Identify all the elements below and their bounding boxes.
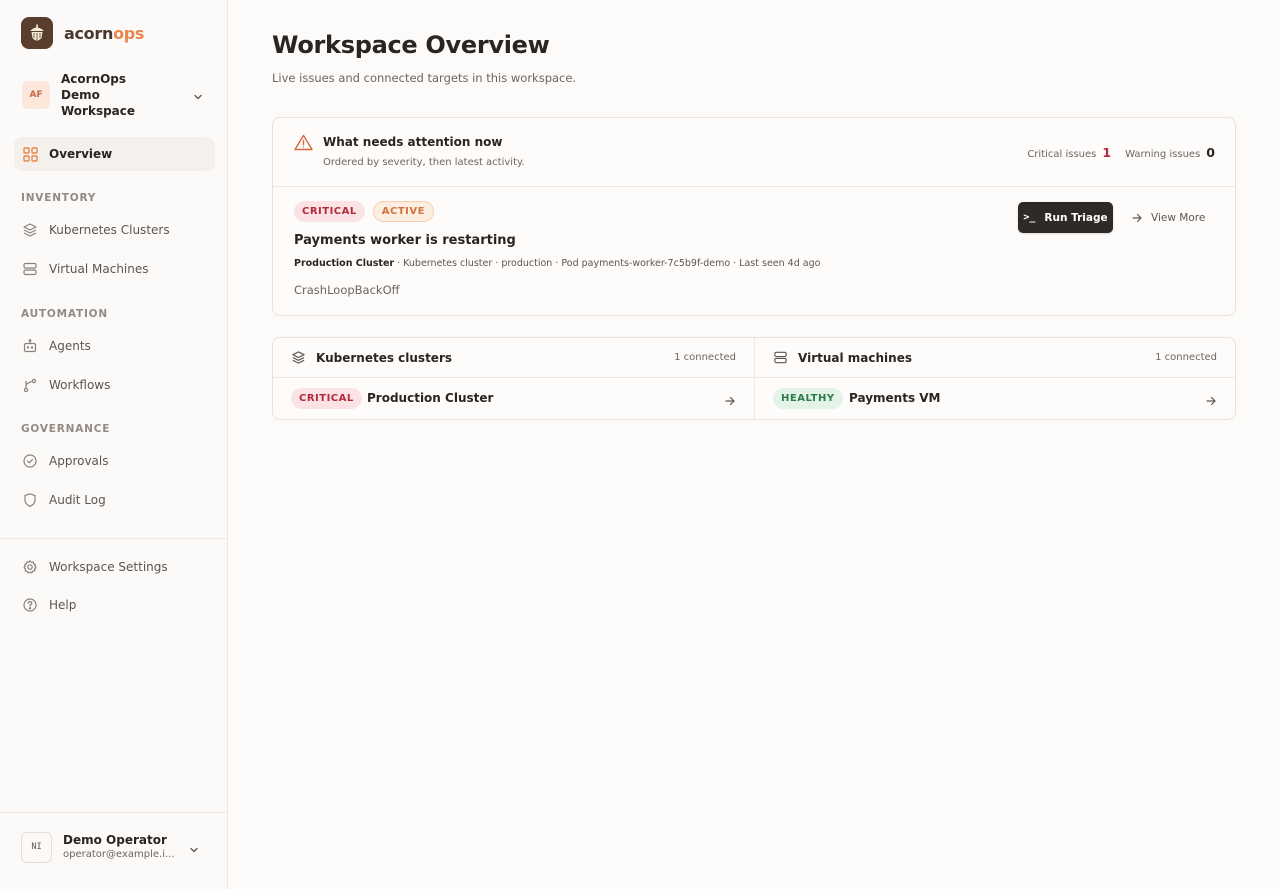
status-badge: CRITICAL — [291, 388, 362, 409]
target-row-payments-vm[interactable]: HEALTHY Payments VM — [755, 378, 1235, 419]
workspace-switcher[interactable]: AF AcornOps Demo Workspace — [14, 72, 214, 118]
virtual-machines-panel: Virtual machines 1 connected HEALTHY Pay… — [755, 338, 1235, 419]
sidebar-item-kubernetes-clusters[interactable]: Kubernetes Clusters — [14, 213, 215, 247]
arrow-right-icon — [1205, 392, 1217, 411]
sidebar-item-label: Audit Log — [49, 493, 106, 507]
brand-name-part2: ops — [113, 23, 145, 43]
user-email: operator@example.i... — [63, 848, 175, 860]
server-icon — [22, 261, 38, 277]
connected-count: 1 connected — [1155, 352, 1217, 363]
target-name: Payments VM — [849, 391, 941, 405]
sidebar-item-approvals[interactable]: Approvals — [14, 444, 215, 478]
attention-header: What needs attention now Ordered by seve… — [273, 118, 1235, 187]
sidebar-item-workflows[interactable]: Workflows — [14, 368, 215, 402]
user-name: Demo Operator — [63, 832, 167, 847]
warning-issues-label: Warning issues — [1125, 149, 1201, 160]
issue-title: Payments worker is restarting — [294, 233, 516, 248]
page-title: Workspace Overview — [272, 31, 550, 59]
help-circle-icon — [22, 597, 38, 613]
sidebar-item-label: Virtual Machines — [49, 262, 149, 276]
critical-issues-label: Critical issues — [1027, 149, 1097, 160]
sidebar-item-label: Workflows — [49, 378, 111, 392]
git-branch-icon — [22, 377, 38, 393]
issue-details: · Kubernetes cluster · production · Pod … — [394, 258, 821, 269]
sidebar-item-label: Workspace Settings — [49, 560, 168, 574]
status-badge: HEALTHY — [773, 388, 843, 409]
view-more-label: View More — [1151, 211, 1206, 224]
sidebar-divider — [0, 812, 228, 813]
user-menu[interactable]: NI Demo Operator operator@example.i... — [21, 831, 211, 863]
target-row-production-cluster[interactable]: CRITICAL Production Cluster — [273, 378, 754, 419]
sidebar-item-virtual-machines[interactable]: Virtual Machines — [14, 252, 215, 286]
arrow-right-icon — [724, 392, 736, 411]
section-inventory: INVENTORY — [21, 192, 97, 204]
bot-icon — [22, 338, 38, 354]
sidebar-divider — [0, 538, 228, 539]
avatar: NI — [21, 831, 52, 863]
status-badge: ACTIVE — [372, 201, 434, 222]
layers-icon — [22, 222, 38, 238]
workspace-name: AcornOps Demo Workspace — [61, 72, 136, 118]
check-circle-icon — [22, 453, 38, 469]
severity-badge: CRITICAL — [294, 201, 365, 222]
issue-counts: Critical issues 1 Warning issues 0 — [1027, 145, 1215, 160]
warning-issues-count: 0 — [1206, 145, 1215, 160]
attention-title: What needs attention now — [323, 135, 503, 149]
section-governance: GOVERNANCE — [21, 423, 111, 435]
chevron-down-icon — [192, 88, 204, 107]
attention-card: What needs attention now Ordered by seve… — [272, 117, 1236, 316]
sidebar-item-label: Help — [49, 598, 77, 612]
view-more-button[interactable]: View More — [1131, 202, 1205, 233]
targets-card: Kubernetes clusters 1 connected CRITICAL… — [272, 337, 1236, 420]
terminal-icon: >_ — [1023, 212, 1036, 223]
panel-header: Kubernetes clusters 1 connected — [273, 338, 754, 378]
shield-icon — [22, 492, 38, 508]
sidebar-item-overview[interactable]: Overview — [14, 137, 215, 171]
workspace-avatar: AF — [22, 81, 50, 109]
grid-icon — [22, 146, 38, 162]
issue-reason: CrashLoopBackOff — [294, 283, 400, 297]
panel-header: Virtual machines 1 connected — [755, 338, 1235, 378]
sidebar-item-agents[interactable]: Agents — [14, 329, 215, 363]
sidebar-item-audit-log[interactable]: Audit Log — [14, 483, 215, 517]
sidebar-item-help[interactable]: Help — [14, 588, 215, 622]
issue-meta: Production Cluster · Kubernetes cluster … — [294, 258, 820, 269]
panel-title: Kubernetes clusters — [316, 351, 453, 365]
arrow-right-icon — [1131, 212, 1143, 224]
kubernetes-clusters-panel: Kubernetes clusters 1 connected CRITICAL… — [273, 338, 755, 419]
sidebar: acornops AF AcornOps Demo Workspace Over… — [0, 0, 228, 889]
gear-icon — [22, 559, 38, 575]
acorn-logo-icon — [21, 17, 53, 49]
issue-target: Production Cluster — [294, 258, 395, 269]
issue-badges: CRITICAL ACTIVE — [294, 201, 434, 222]
layers-icon — [291, 350, 306, 369]
panel-title: Virtual machines — [798, 351, 912, 365]
brand-name: acornops — [64, 24, 144, 43]
chevron-down-icon — [188, 841, 200, 860]
run-triage-label: Run Triage — [1044, 211, 1108, 224]
sidebar-item-label: Approvals — [49, 454, 109, 468]
target-name: Production Cluster — [367, 391, 494, 405]
sidebar-item-label: Overview — [49, 147, 113, 161]
sidebar-item-workspace-settings[interactable]: Workspace Settings — [14, 550, 215, 584]
critical-issues-count: 1 — [1102, 145, 1112, 160]
run-triage-button[interactable]: >_ Run Triage — [1018, 202, 1113, 233]
sidebar-item-label: Agents — [49, 339, 91, 353]
user-info: Demo Operator operator@example.i... — [63, 833, 175, 862]
page-subtitle: Live issues and connected targets in thi… — [272, 71, 577, 85]
brand-name-part1: acorn — [64, 23, 114, 43]
warning-triangle-icon — [294, 134, 313, 155]
sidebar-item-label: Kubernetes Clusters — [49, 223, 170, 237]
brand-logo[interactable]: acornops — [21, 17, 144, 49]
section-automation: AUTOMATION — [21, 308, 108, 320]
attention-subtitle: Ordered by severity, then latest activit… — [323, 157, 525, 168]
server-icon — [773, 350, 788, 369]
connected-count: 1 connected — [674, 352, 736, 363]
